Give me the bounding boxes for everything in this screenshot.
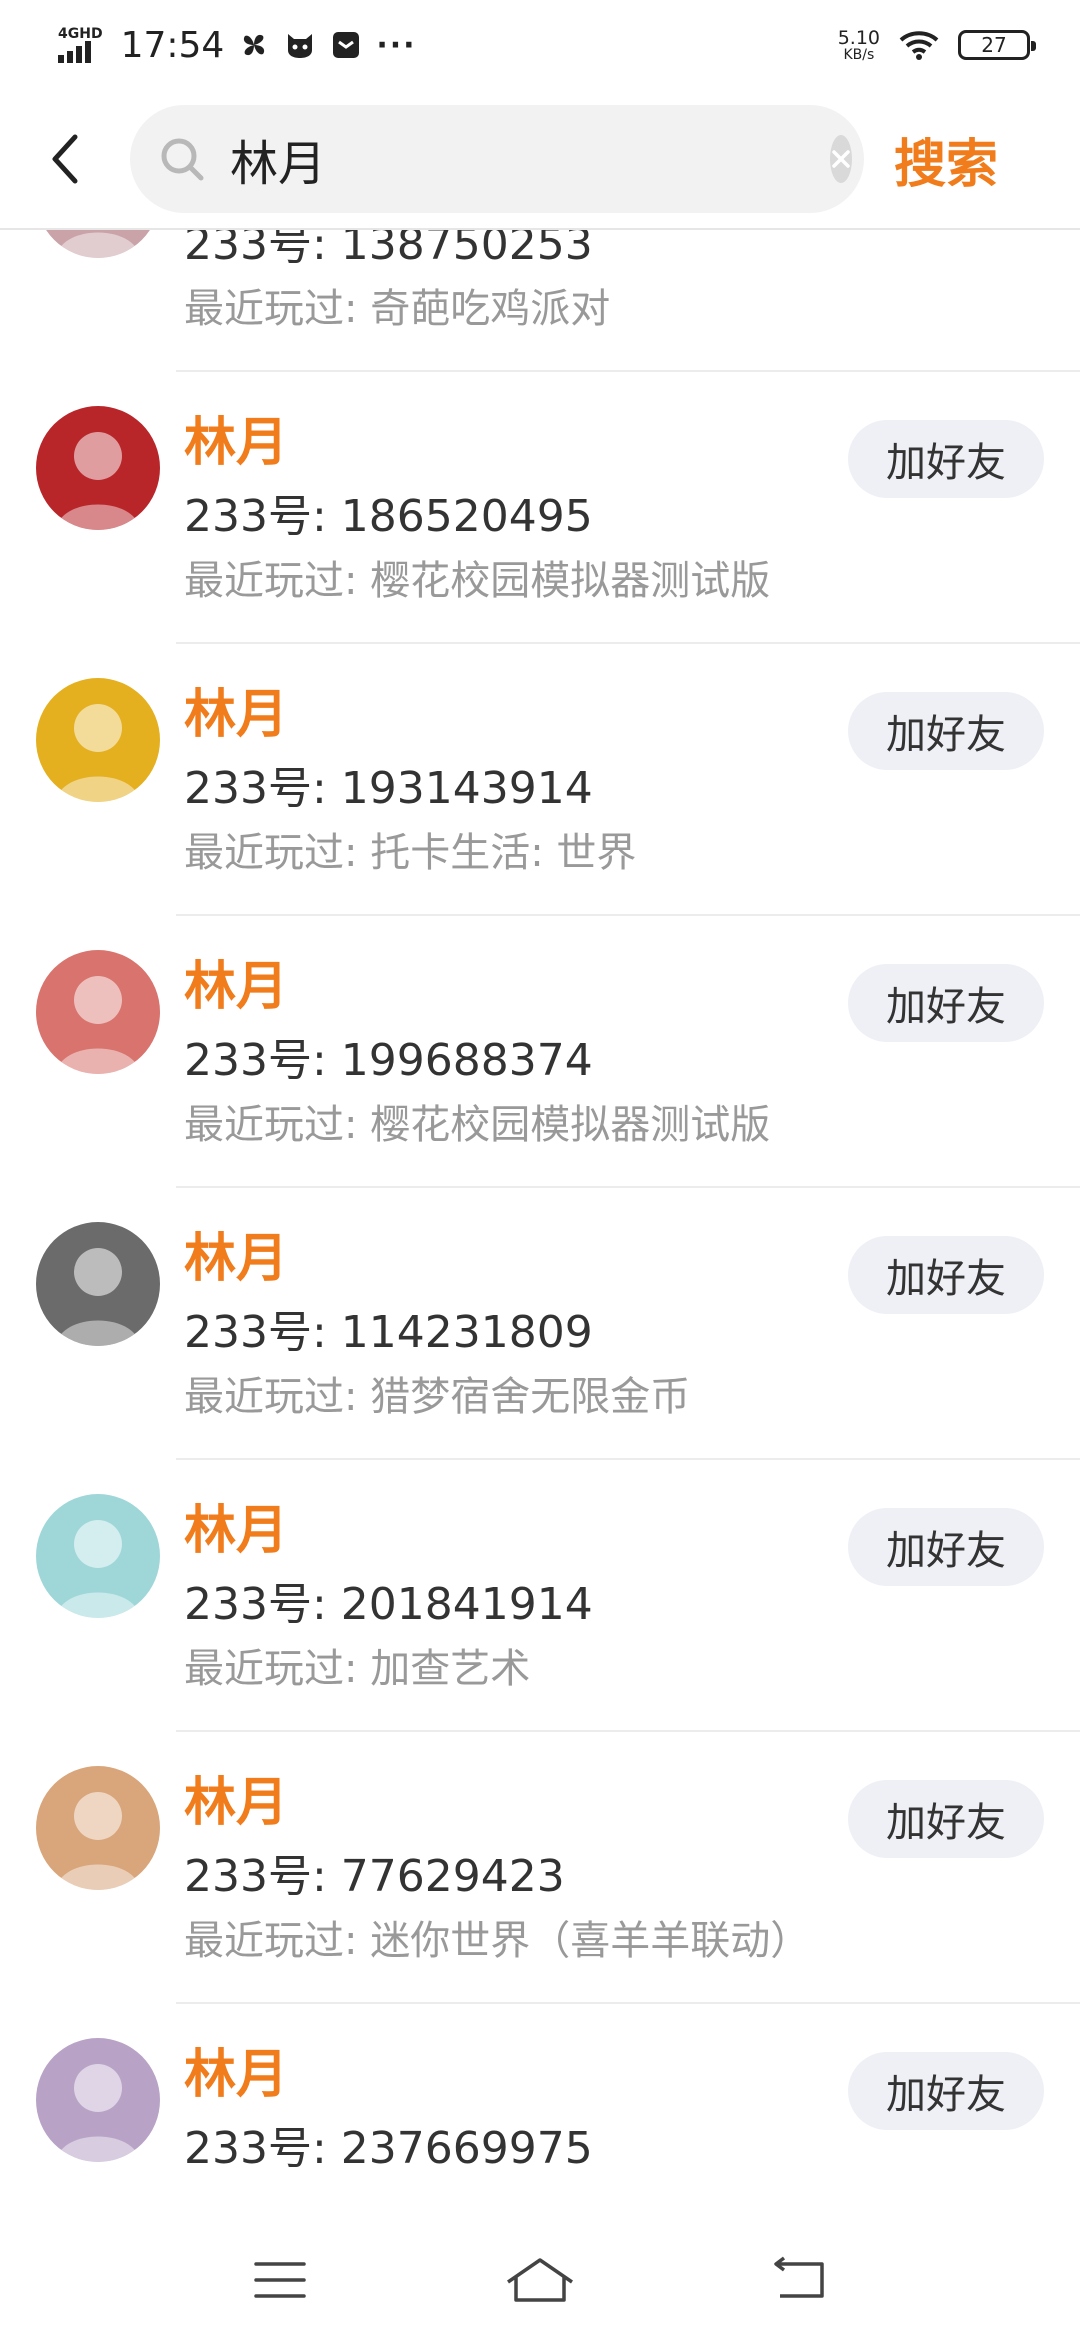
result-item[interactable]: 林月 233号: 193143914 最近玩过: 托卡生活: 世界 加好友 [0, 644, 1080, 916]
user-name: 林月 [184, 413, 289, 473]
avatar[interactable] [36, 678, 160, 802]
add-friend-button[interactable]: 加好友 [848, 1508, 1044, 1586]
avatar[interactable] [36, 1494, 160, 1618]
fan-icon [238, 29, 270, 61]
add-friend-button[interactable]: 加好友 [848, 1780, 1044, 1858]
add-friend-button[interactable]: 加好友 [848, 2052, 1044, 2130]
system-nav-bar [0, 2220, 1080, 2340]
more-notifications-icon: ··· [376, 27, 417, 63]
menu-icon [254, 2262, 306, 2298]
user-name: 林月 [184, 1501, 289, 1561]
clear-search-button[interactable] [830, 135, 852, 183]
search-header: 搜索 [0, 90, 1080, 230]
back-button[interactable] [0, 104, 130, 214]
user-id: 233号: 114231809 [184, 1307, 593, 1358]
user-id: 233号: 237669975 [184, 2123, 593, 2174]
result-item[interactable]: 林月 233号: 201841914 最近玩过: 加查艺术 加好友 [0, 1460, 1080, 1732]
avatar[interactable] [36, 406, 160, 530]
signal-icon: 4GHD [58, 27, 103, 63]
result-list: 林月233号: 138750253最近玩过: 奇葩吃鸡派对加好友林月233号: … [0, 150, 1080, 2220]
add-friend-button[interactable]: 加好友 [848, 1236, 1044, 1314]
recently-played: 最近玩过: 托卡生活: 世界 [184, 830, 637, 876]
result-item[interactable]: 林月 233号: 114231809 最近玩过: 猎梦宿舍无限金币 加好友 [0, 1188, 1080, 1460]
network-speed: 5.10 KB/s [837, 26, 880, 63]
user-id: 233号: 77629423 [184, 1851, 565, 1902]
user-id: 233号: 193143914 [184, 763, 593, 814]
result-item[interactable]: 林月 233号: 186520495 最近玩过: 樱花校园模拟器测试版 加好友 [0, 372, 1080, 644]
wifi-icon [898, 29, 940, 61]
menu-button[interactable] [235, 2245, 325, 2315]
user-name: 林月 [184, 1773, 289, 1833]
network-type: 4GHD [58, 26, 103, 42]
recently-played: 最近玩过: 樱花校园模拟器测试版 [184, 1102, 771, 1148]
result-item[interactable]: 林月 233号: 77629423 最近玩过: 迷你世界（喜羊羊联动） 加好友 [0, 1732, 1080, 2004]
search-button[interactable]: 搜索 [894, 122, 998, 197]
back-arrow-icon [52, 134, 78, 184]
user-name: 林月 [184, 685, 289, 745]
add-friend-button[interactable]: 加好友 [848, 420, 1044, 498]
home-button[interactable] [495, 2245, 585, 2315]
search-input[interactable] [228, 124, 830, 194]
search-box[interactable] [130, 105, 864, 213]
add-friend-button[interactable]: 加好友 [848, 964, 1044, 1042]
cat-app-icon [284, 29, 316, 61]
recently-played: 最近玩过: 奇葩吃鸡派对 [184, 286, 611, 332]
user-id: 233号: 201841914 [184, 1579, 593, 1630]
avatar[interactable] [36, 1222, 160, 1346]
back-nav-icon [774, 2256, 824, 2298]
user-id: 233号: 199688374 [184, 1035, 593, 1086]
clock: 17:54 [120, 24, 225, 66]
close-icon [832, 150, 850, 168]
message-icon [330, 29, 362, 61]
avatar[interactable] [36, 1766, 160, 1890]
home-icon [507, 2258, 573, 2302]
battery-indicator: 27 [958, 30, 1036, 60]
user-name: 林月 [184, 1229, 289, 1289]
user-id: 233号: 186520495 [184, 491, 593, 542]
avatar[interactable] [36, 2038, 160, 2162]
add-friend-button[interactable]: 加好友 [848, 692, 1044, 770]
status-bar: 4GHD 17:54 ··· 5.10 KB/s 27 [0, 0, 1080, 90]
recently-played: 最近玩过: 樱花校园模拟器测试版 [184, 558, 771, 604]
recently-played: 最近玩过: 迷你世界（喜羊羊联动） [184, 1918, 811, 1964]
network-speed-value: 5.10 [837, 26, 880, 49]
network-speed-unit: KB/s [843, 46, 875, 63]
back-nav-button[interactable] [755, 2245, 845, 2315]
result-item[interactable]: 林月 233号: 237669975 加好友 [0, 2004, 1080, 2220]
recently-played: 最近玩过: 加查艺术 [184, 1646, 531, 1692]
battery-level: 27 [981, 33, 1007, 57]
search-icon [158, 134, 206, 184]
user-name: 林月 [184, 2045, 289, 2105]
recently-played: 最近玩过: 猎梦宿舍无限金币 [184, 1374, 691, 1420]
avatar[interactable] [36, 950, 160, 1074]
result-item[interactable]: 林月 233号: 199688374 最近玩过: 樱花校园模拟器测试版 加好友 [0, 916, 1080, 1188]
user-name: 林月 [184, 957, 289, 1017]
